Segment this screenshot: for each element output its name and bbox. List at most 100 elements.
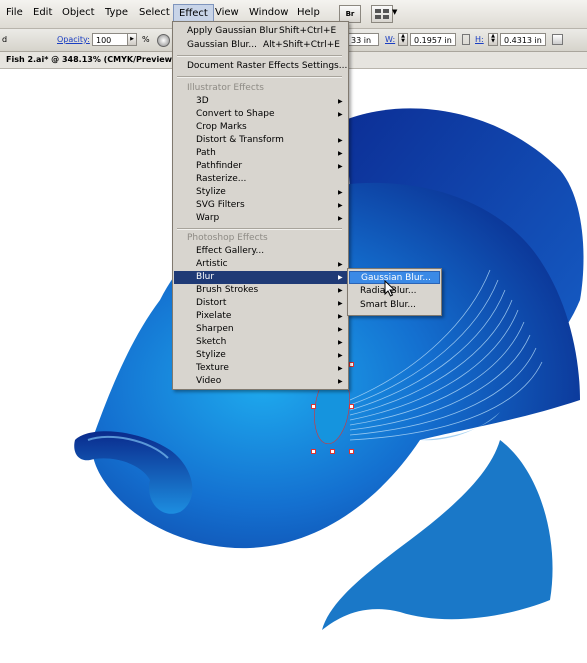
menu-item-label: SVG Filters	[196, 200, 245, 210]
menu-item-label: Path	[196, 148, 216, 158]
menu-item-pathfinder[interactable]: Pathfinder ▶	[174, 160, 347, 173]
chevron-right-icon: ▶	[338, 313, 343, 320]
chevron-right-icon: ▶	[338, 163, 343, 170]
menu-item-label: Convert to Shape	[196, 109, 275, 119]
chevron-right-icon: ▶	[338, 339, 343, 346]
menu-item-brush-strokes[interactable]: Brush Strokes ▶	[174, 284, 347, 297]
menu-item-distort[interactable]: Distort ▶	[174, 297, 347, 310]
menu-item-path[interactable]: Path ▶	[174, 147, 347, 160]
opacity-dropdown[interactable]: ▶	[127, 33, 137, 46]
menu-item-label: Effect Gallery...	[196, 246, 265, 256]
arrange-documents-icon[interactable]	[371, 5, 393, 23]
chevron-right-icon: ▶	[338, 287, 343, 294]
menu-item-label: Apply Gaussian Blur	[187, 26, 278, 36]
document-title: Fish 2.ai* @ 348.13% (CMYK/Preview)	[6, 55, 176, 64]
menu-item-label: Sharpen	[196, 324, 234, 334]
chevron-right-icon: ▶	[338, 326, 343, 333]
chevron-right-icon: ▶	[338, 365, 343, 372]
menu-item-distort-transform[interactable]: Distort & Transform ▶	[174, 134, 347, 147]
menu-item-convert-to-shape[interactable]: Convert to Shape ▶	[174, 108, 347, 121]
menu-item-label: Warp	[196, 213, 220, 223]
menu-item-stylize-illustrator[interactable]: Stylize ▶	[174, 186, 347, 199]
menu-item-pixelate[interactable]: Pixelate ▶	[174, 310, 347, 323]
menu-item-label: Blur	[196, 272, 215, 282]
menu-item-warp[interactable]: Warp ▶	[174, 212, 347, 225]
selection-handle[interactable]	[311, 449, 316, 454]
chevron-right-icon: ▶	[338, 352, 343, 359]
menu-item-label: Artistic	[196, 259, 228, 269]
selection-handle[interactable]	[349, 362, 354, 367]
selection-handle[interactable]	[349, 449, 354, 454]
width-stepper[interactable]: ▲ ▼	[398, 33, 408, 46]
menu-window[interactable]: Window	[249, 7, 288, 18]
menu-item-stylize-photoshop[interactable]: Stylize ▶	[174, 349, 347, 362]
menu-item-label: Sketch	[196, 337, 227, 347]
menu-item-document-raster-effects[interactable]: Document Raster Effects Settings...	[174, 60, 347, 73]
menu-type[interactable]: Type	[105, 7, 128, 18]
chevron-right-icon: ▶	[338, 215, 343, 222]
selection-handle[interactable]	[349, 404, 354, 409]
link-icon[interactable]	[462, 34, 470, 45]
menu-item-label: Brush Strokes	[196, 285, 259, 295]
menu-item-label: Stylize	[196, 187, 226, 197]
width-input[interactable]: 0.1957 in	[410, 33, 456, 46]
selection-handle[interactable]	[330, 449, 335, 454]
menu-item-label: Texture	[196, 363, 229, 373]
menu-separator	[177, 76, 342, 78]
menu-item-label: Distort	[196, 298, 227, 308]
mouse-pointer-icon	[384, 280, 396, 297]
menu-item-effect-gallery[interactable]: Effect Gallery...	[174, 245, 347, 258]
control-bar-label: d	[2, 35, 8, 44]
menu-item-video[interactable]: Video ▶	[174, 375, 347, 388]
menu-item-sharpen[interactable]: Sharpen ▶	[174, 323, 347, 336]
style-swatch-icon[interactable]	[157, 34, 170, 47]
menu-item-sketch[interactable]: Sketch ▶	[174, 336, 347, 349]
height-input[interactable]: 0.4313 in	[500, 33, 546, 46]
submenu-item-smart-blur[interactable]: Smart Blur...	[349, 299, 440, 312]
x-position-input[interactable]: 33 in	[347, 33, 379, 46]
menu-select[interactable]: Select	[139, 7, 170, 18]
height-stepper[interactable]: ▲ ▼	[488, 33, 498, 46]
effect-menu: Apply Gaussian Blur Shift+Ctrl+E Gaussia…	[172, 21, 349, 390]
menu-item-crop-marks[interactable]: Crop Marks	[174, 121, 347, 134]
width-label: W:	[385, 35, 396, 44]
chevron-right-icon: ▶	[338, 261, 343, 268]
menu-item-rasterize[interactable]: Rasterize...	[174, 173, 347, 186]
menu-item-texture[interactable]: Texture ▶	[174, 362, 347, 375]
chevron-right-icon: ▶	[338, 300, 343, 307]
menu-item-label: Gaussian Blur...	[361, 273, 431, 283]
transform-panel-icon[interactable]	[552, 34, 563, 45]
chevron-right-icon: ▶	[338, 137, 343, 144]
menu-item-shortcut: Shift+Ctrl+E	[279, 26, 337, 36]
menu-separator	[177, 55, 342, 57]
menu-item-artistic[interactable]: Artistic ▶	[174, 258, 347, 271]
menu-item-label: Distort & Transform	[196, 135, 284, 145]
opacity-label[interactable]: Opacity:	[57, 35, 90, 44]
chevron-right-icon: ▶	[338, 378, 343, 385]
menu-item-blur[interactable]: Blur ▶	[174, 271, 347, 284]
chevron-down-icon[interactable]: ▼	[392, 8, 397, 16]
height-label: H:	[475, 35, 484, 44]
chevron-right-icon: ▶	[338, 98, 343, 105]
chevron-right-icon: ▶	[338, 274, 343, 281]
menu-item-3d[interactable]: 3D ▶	[174, 95, 347, 108]
menu-item-label: Video	[196, 376, 222, 386]
menu-object[interactable]: Object	[62, 7, 95, 18]
menu-item-svg-filters[interactable]: SVG Filters ▶	[174, 199, 347, 212]
percent-label: %	[142, 35, 150, 44]
menu-help[interactable]: Help	[297, 7, 320, 18]
menu-item-apply-gaussian-blur[interactable]: Apply Gaussian Blur Shift+Ctrl+E	[174, 25, 347, 38]
selection-handle[interactable]	[311, 404, 316, 409]
illustrator-effects-header: Illustrator Effects	[187, 83, 264, 93]
menu-file[interactable]: File	[6, 7, 23, 18]
menu-edit[interactable]: Edit	[33, 7, 52, 18]
menu-item-gaussian-blur[interactable]: Gaussian Blur... Alt+Shift+Ctrl+E	[174, 39, 347, 52]
menu-item-label: Gaussian Blur...	[187, 40, 257, 50]
menu-view[interactable]: View	[215, 7, 239, 18]
menu-item-label: Pathfinder	[196, 161, 243, 171]
menu-item-label: Smart Blur...	[360, 300, 416, 310]
menu-item-label: Crop Marks	[196, 122, 247, 132]
chevron-right-icon: ▶	[338, 189, 343, 196]
menu-item-label: 3D	[196, 96, 209, 106]
opacity-input[interactable]: 100	[92, 33, 128, 46]
